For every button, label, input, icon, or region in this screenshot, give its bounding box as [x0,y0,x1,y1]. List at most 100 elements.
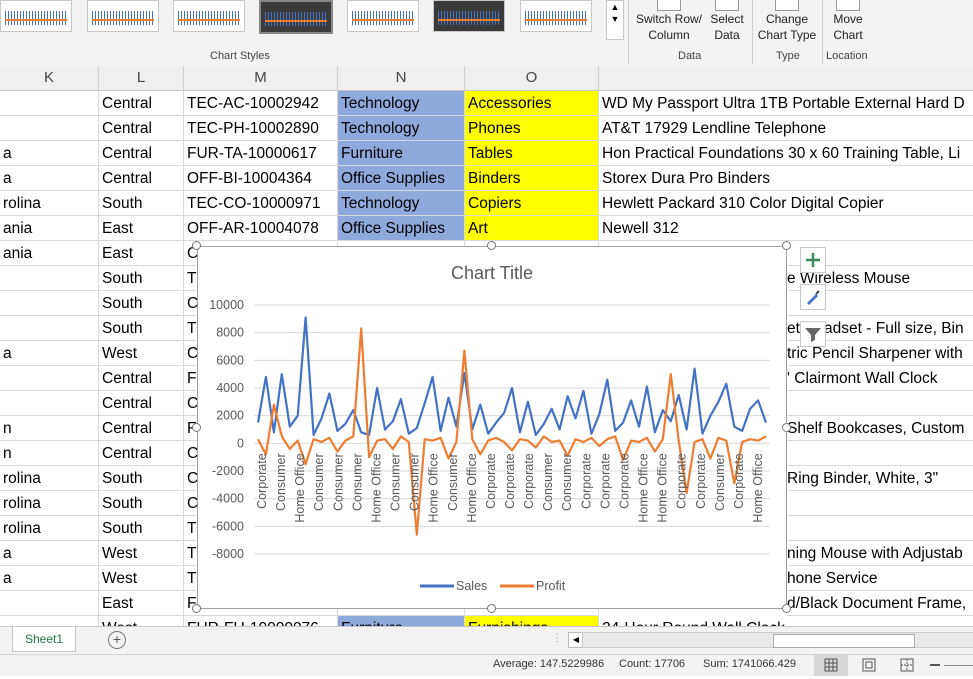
zoom-out-icon[interactable] [930,664,940,666]
cell-product-name[interactable]: ning Mouse with Adjustab [787,541,973,566]
cell-region[interactable]: Central [99,366,184,391]
chart-object[interactable]: Chart Title 10000 8000 6000 4000 2000 0 -2000 -4… [197,246,787,609]
cell-product-id[interactable]: TEC-AC-10002942 [184,91,338,116]
chart-style-thumb-7[interactable] [520,0,592,32]
cell-state[interactable]: rolina [0,491,99,516]
column-header-m[interactable]: M [184,66,338,90]
cell-region[interactable]: South [99,266,184,291]
cell-state[interactable] [0,591,99,616]
cell-product-name[interactable]: hone Service [787,566,973,591]
cell-product-id[interactable]: OFF-BI-10004364 [184,166,338,191]
cell-state[interactable]: rolina [0,191,99,216]
gallery-more-icon[interactable]: ▼ [607,13,623,25]
change-chart-type-button[interactable]: Change Chart Type [756,0,818,43]
cell-subcategory[interactable]: Binders [465,166,599,191]
cell-subcategory[interactable]: Phones [465,116,599,141]
resize-handle-l[interactable] [192,423,201,432]
cell-category[interactable]: Technology [338,91,465,116]
chart-style-thumb-3[interactable] [173,0,245,32]
cell-region[interactable]: Central [99,441,184,466]
column-header-l[interactable]: L [99,66,184,90]
chart-filters-button[interactable] [800,321,826,347]
cell-product-name[interactable] [787,516,973,541]
cell-state[interactable] [0,316,99,341]
horizontal-scrollbar[interactable] [582,632,973,648]
cell-product-name[interactable]: Hewlett Packard 310 Color Digital Copier [599,191,973,216]
cell-subcategory[interactable]: Furnishings [465,616,599,626]
column-header-p[interactable] [599,66,973,90]
chart-style-thumb-4[interactable] [259,0,333,34]
cell-product-id[interactable]: FUR-TA-10000617 [184,141,338,166]
cell-product-name[interactable]: Newell 312 [599,216,973,241]
cell-category[interactable]: Furniture [338,616,465,626]
resize-handle-t[interactable] [487,241,496,250]
scrollbar-thumb[interactable] [773,634,915,648]
cell-state[interactable] [0,291,99,316]
cell-category[interactable]: Technology [338,191,465,216]
cell-category[interactable]: Furniture [338,141,465,166]
zoom-slider[interactable] [944,665,973,666]
cell-region[interactable]: West [99,616,184,626]
cell-state[interactable]: a [0,166,99,191]
cell-region[interactable]: South [99,316,184,341]
switch-row-column-button[interactable]: Switch Row/ Column [634,0,704,43]
normal-view-button[interactable] [814,655,848,676]
cell-region[interactable]: Central [99,166,184,191]
column-header-k[interactable]: K [0,66,99,90]
move-chart-button[interactable]: Move Chart [826,0,870,43]
cell-region[interactable]: South [99,516,184,541]
cell-region[interactable]: Central [99,91,184,116]
cell-region[interactable]: South [99,191,184,216]
cell-state[interactable]: rolina [0,516,99,541]
cell-region[interactable]: Central [99,116,184,141]
cell-state[interactable]: a [0,341,99,366]
cell-state[interactable] [0,616,99,626]
page-layout-view-button[interactable] [852,655,886,676]
cell-product-name[interactable]: Shelf Bookcases, Custom [787,416,973,441]
resize-handle-bl[interactable] [192,604,201,613]
cell-state[interactable]: rolina [0,466,99,491]
cell-region[interactable]: South [99,491,184,516]
chart-styles-button[interactable] [800,284,826,310]
chart-style-thumb-1[interactable] [0,0,72,32]
cell-state[interactable]: a [0,566,99,591]
gallery-up-icon[interactable]: ▲ [607,1,623,13]
cell-region[interactable]: East [99,591,184,616]
chart-style-thumb-2[interactable] [87,0,159,32]
resize-handle-br[interactable] [782,604,791,613]
select-data-button[interactable]: Select Data [708,0,746,43]
resize-handle-b[interactable] [487,604,496,613]
cell-product-name[interactable]: Hon Practical Foundations 30 x 60 Traini… [599,141,973,166]
cell-product-name[interactable]: Ring Binder, White, 3" [787,466,973,491]
cell-state[interactable]: n [0,441,99,466]
resize-handle-tl[interactable] [192,241,201,250]
cell-state[interactable]: n [0,416,99,441]
column-header-o[interactable]: O [465,66,599,90]
cell-product-id[interactable]: TEC-PH-10002890 [184,116,338,141]
cell-region[interactable]: Central [99,391,184,416]
cell-subcategory[interactable]: Art [465,216,599,241]
resize-handle-r[interactable] [782,423,791,432]
cell-state[interactable] [0,266,99,291]
chart-elements-button[interactable] [800,247,826,273]
cell-subcategory[interactable]: Copiers [465,191,599,216]
cell-product-name[interactable]: Storex Dura Pro Binders [599,166,973,191]
cell-state[interactable] [0,116,99,141]
cell-state[interactable]: ania [0,241,99,266]
cell-product-name[interactable] [787,441,973,466]
cell-product-name[interactable] [787,391,973,416]
cell-region[interactable]: East [99,241,184,266]
cell-product-id[interactable]: TEC-CO-10000971 [184,191,338,216]
cell-region[interactable]: East [99,216,184,241]
cell-subcategory[interactable]: Tables [465,141,599,166]
cell-category[interactable]: Technology [338,116,465,141]
cell-state[interactable]: a [0,541,99,566]
resize-handle-tr[interactable] [782,241,791,250]
cell-product-name[interactable]: d/Black Document Frame, [787,591,973,616]
cell-region[interactable]: South [99,466,184,491]
sheet-tab[interactable]: Sheet1 [12,627,76,652]
cell-category[interactable]: Office Supplies [338,216,465,241]
column-header-n[interactable]: N [338,66,465,90]
chart-style-thumb-5[interactable] [347,0,419,32]
cell-region[interactable]: South [99,291,184,316]
